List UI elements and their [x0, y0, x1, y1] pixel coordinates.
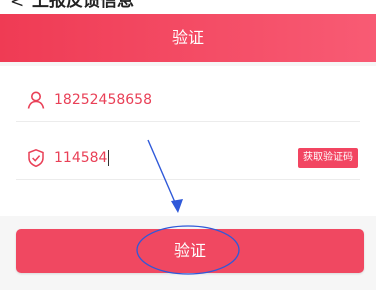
verify-header: 验证	[0, 14, 376, 62]
verification-form: 18252458658 114584 获取验证码	[0, 66, 376, 216]
phone-number-value[interactable]: 18252458658	[54, 90, 152, 110]
code-input[interactable]: 114584	[54, 148, 110, 168]
top-navigation-bar: < 上报反馈信息	[0, 0, 376, 14]
code-field[interactable]: 114584 获取验证码	[16, 136, 360, 180]
user-icon	[27, 91, 45, 109]
code-field-divider	[16, 179, 360, 180]
page-title: 上报反馈信息	[32, 0, 134, 11]
phone-field-divider	[16, 121, 360, 122]
code-value: 114584	[54, 150, 108, 166]
shield-check-icon	[28, 148, 44, 168]
get-code-button[interactable]: 获取验证码	[298, 148, 358, 168]
text-caret	[108, 150, 110, 166]
header-title: 验证	[171, 28, 204, 47]
back-arrow-icon[interactable]: <	[10, 0, 24, 12]
verify-button-label: 验证	[173, 241, 206, 260]
phone-field[interactable]: 18252458658	[16, 78, 360, 122]
verify-button[interactable]: 验证	[16, 229, 364, 273]
